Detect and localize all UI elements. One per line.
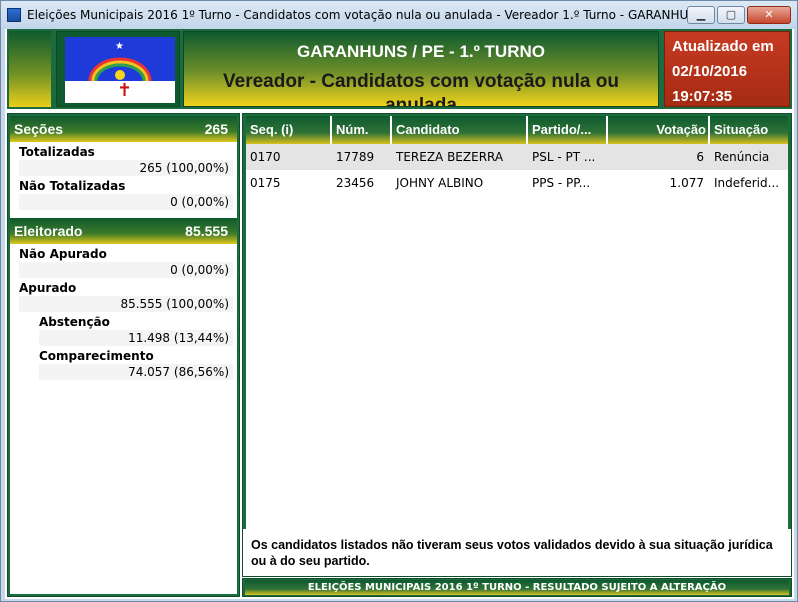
client-area: ★ ✝ GARANHUNS / PE - 1.º TURNO Vereador … xyxy=(5,29,794,599)
nao-totalizadas-label: Não Totalizadas xyxy=(19,179,126,193)
eleitorado-label: Eleitorado xyxy=(14,223,83,239)
candidates-panel: Seq. (i) Núm. Candidato Partido/... Vota… xyxy=(242,113,792,533)
cell-situacao: Indeferid... xyxy=(714,176,780,190)
cell-partido: PPS - PP... xyxy=(532,176,591,190)
notice-text: Os candidatos listados não tiveram seus … xyxy=(242,529,792,577)
cross-icon: ✝ xyxy=(117,80,133,101)
cell-num: 17789 xyxy=(336,150,375,164)
cell-candidato: TEREZA BEZERRA xyxy=(396,150,504,164)
column-header-seq[interactable]: Seq. (i) xyxy=(246,116,332,144)
minimize-button[interactable]: ▁ xyxy=(687,6,715,24)
maximize-button[interactable]: ▢ xyxy=(717,6,745,24)
title-bar[interactable]: Eleições Municipais 2016 1º Turno - Cand… xyxy=(1,1,797,29)
secoes-label: Seções xyxy=(14,121,64,137)
window-title: Eleições Municipais 2016 1º Turno - Cand… xyxy=(27,8,732,22)
secoes-header: Seções 265 xyxy=(10,116,237,142)
totalizadas-value: 265 (100,00%) xyxy=(19,160,233,176)
updated-box: Atualizado em 02/10/2016 19:07:35 xyxy=(664,31,790,107)
updated-label: Atualizado em xyxy=(672,38,774,55)
updated-time: 19:07:35 xyxy=(672,88,733,105)
nao-totalizadas-value: 0 (0,00%) xyxy=(19,194,233,210)
eleitorado-header: Eleitorado 85.555 xyxy=(10,218,237,244)
header-subtitle: Vereador - Candidatos com votação nula o… xyxy=(223,71,619,107)
rainbow-icon xyxy=(88,57,152,82)
comparecimento-label: Comparecimento xyxy=(39,349,154,363)
secoes-value: 265 xyxy=(204,121,228,137)
apurado-value: 85.555 (100,00%) xyxy=(19,296,233,312)
stats-panel: Seções 265 Totalizadas 265 (100,00%) Não… xyxy=(7,113,240,597)
cell-votacao: 1.077 xyxy=(669,176,704,190)
cell-seq: 0175 xyxy=(250,176,281,190)
cell-situacao: Renúncia xyxy=(714,150,770,164)
cell-seq: 0170 xyxy=(250,150,281,164)
candidates-table[interactable]: Seq. (i) Núm. Candidato Partido/... Vota… xyxy=(246,116,788,530)
column-header-candidato[interactable]: Candidato xyxy=(392,116,528,144)
comparecimento-value: 74.057 (86,56%) xyxy=(39,364,233,380)
updated-date: 02/10/2016 xyxy=(672,63,748,80)
column-header-votacao[interactable]: Votação xyxy=(608,116,710,144)
nao-apurado-value: 0 (0,00%) xyxy=(19,262,233,278)
cell-votacao: 6 xyxy=(696,150,704,164)
totalizadas-label: Totalizadas xyxy=(19,145,95,159)
header-decoration xyxy=(9,31,51,107)
abstencao-label: Abstenção xyxy=(39,315,110,329)
table-header: Seq. (i) Núm. Candidato Partido/... Vota… xyxy=(246,116,788,144)
header: ★ ✝ GARANHUNS / PE - 1.º TURNO Vereador … xyxy=(7,29,792,109)
footer-text: ELEIÇÕES MUNICIPAIS 2016 1º TURNO - RESU… xyxy=(245,580,789,595)
column-header-situacao[interactable]: Situação xyxy=(710,116,788,144)
nao-apurado-label: Não Apurado xyxy=(19,247,107,261)
star-icon: ★ xyxy=(115,41,124,52)
footer-bar: ELEIÇÕES MUNICIPAIS 2016 1º TURNO - RESU… xyxy=(242,578,792,597)
cell-num: 23456 xyxy=(336,176,375,190)
app-icon xyxy=(7,8,21,22)
close-button[interactable]: ✕ xyxy=(747,6,791,24)
eleitorado-value: 85.555 xyxy=(185,223,228,239)
cell-candidato: JOHNY ALBINO xyxy=(396,176,484,190)
column-header-num[interactable]: Núm. xyxy=(332,116,392,144)
abstencao-value: 11.498 (13,44%) xyxy=(39,330,233,346)
cell-partido: PSL - PT ... xyxy=(532,150,596,164)
header-title-box: GARANHUNS / PE - 1.º TURNO Vereador - Ca… xyxy=(183,31,659,107)
column-header-partido[interactable]: Partido/... xyxy=(528,116,608,144)
apurado-label: Apurado xyxy=(19,281,77,295)
table-row[interactable]: 0175 23456 JOHNY ALBINO PPS - PP... 1.07… xyxy=(246,170,788,196)
app-window: Eleições Municipais 2016 1º Turno - Cand… xyxy=(0,0,798,602)
table-row[interactable]: 0170 17789 TEREZA BEZERRA PSL - PT ... 6… xyxy=(246,144,788,170)
state-flag: ★ ✝ xyxy=(56,31,180,107)
header-title: GARANHUNS / PE - 1.º TURNO xyxy=(296,42,545,61)
